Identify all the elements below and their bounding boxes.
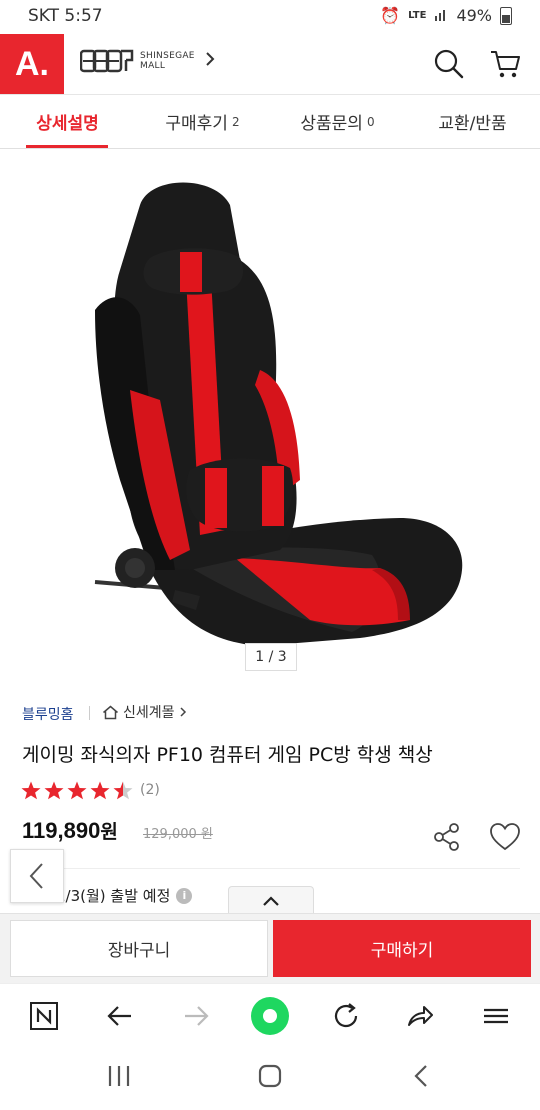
network-label: LTE xyxy=(408,10,427,21)
battery-icon xyxy=(500,6,512,25)
browser-toolbar xyxy=(0,983,540,1046)
chevron-right-icon xyxy=(205,51,215,72)
tab-reviews[interactable]: 구매후기 2 xyxy=(135,95,270,148)
collapse-toggle[interactable] xyxy=(228,886,314,915)
ssg-mall-link[interactable]: SHINSEGAE MALL xyxy=(80,48,215,74)
ssg-mall-label: SHINSEGAE MALL xyxy=(140,51,195,71)
forward-arrow-icon[interactable] xyxy=(174,994,218,1038)
back-float-button[interactable] xyxy=(10,849,64,903)
tab-count: 2 xyxy=(231,114,240,129)
purchase-bar: 장바구니 구매하기 xyxy=(0,913,540,984)
naver-home-icon[interactable] xyxy=(22,994,66,1038)
chevron-up-icon xyxy=(263,896,279,906)
ssg-logo-icon xyxy=(80,49,134,73)
status-icons: ⏰ LTE 49% xyxy=(380,6,512,25)
tab-label: 교환/반품 xyxy=(438,114,507,134)
buy-now-button[interactable]: 구매하기 xyxy=(273,920,531,977)
shipping-text: 1/3(월) 출발 예정 xyxy=(56,887,171,905)
alarm-icon: ⏰ xyxy=(380,6,401,25)
tab-qna[interactable]: 상품문의 0 xyxy=(270,95,405,148)
brand-link[interactable]: 블루밍홈 xyxy=(22,704,74,724)
tab-count: 0 xyxy=(366,114,375,129)
original-price: 129,000 원 xyxy=(143,827,213,842)
active-tab-indicator xyxy=(26,145,108,148)
sale-price: 119,890원 xyxy=(22,817,118,844)
recent-apps-icon[interactable] xyxy=(105,1063,133,1093)
add-to-cart-button[interactable]: 장바구니 xyxy=(10,920,268,977)
battery-percent: 49% xyxy=(456,6,492,25)
stars-icon xyxy=(21,781,133,800)
chevron-left-icon xyxy=(29,863,43,889)
green-dot-menu-icon[interactable] xyxy=(248,994,292,1038)
image-pager: 1 / 3 xyxy=(245,643,297,671)
price-unit: 원 xyxy=(100,821,118,843)
hamburger-menu-icon[interactable] xyxy=(474,994,518,1038)
tab-detail[interactable]: 상세설명 xyxy=(0,95,135,148)
search-icon[interactable] xyxy=(431,46,467,82)
section-divider xyxy=(22,868,520,869)
home-button-icon[interactable] xyxy=(256,1063,284,1093)
system-back-icon[interactable] xyxy=(408,1063,436,1093)
back-arrow-icon[interactable] xyxy=(98,994,142,1038)
share-icon[interactable] xyxy=(430,820,464,854)
mall-link[interactable]: 신세계몰 xyxy=(102,702,187,722)
system-nav-bar xyxy=(0,1045,540,1110)
heart-icon[interactable] xyxy=(488,820,522,854)
tab-label: 구매후기 xyxy=(165,114,228,134)
chevron-right-icon xyxy=(180,707,186,717)
home-icon xyxy=(103,705,118,719)
signal-icon xyxy=(434,6,448,25)
app-header: A. SHINSEGAE MALL xyxy=(0,34,540,95)
app-logo[interactable]: A. xyxy=(0,34,64,94)
divider xyxy=(89,706,90,720)
refresh-icon[interactable] xyxy=(324,994,368,1038)
product-tabs: 상세설명 구매후기 2 상품문의 0 교환/반품 xyxy=(0,95,540,149)
price-value: 119,890 xyxy=(22,818,101,843)
share-arrow-icon[interactable] xyxy=(398,994,442,1038)
carrier-time: SKT 5:57 xyxy=(28,6,103,26)
status-bar: SKT 5:57 ⏰ LTE 49% xyxy=(0,0,540,34)
ssg-mall-line2: MALL xyxy=(140,61,166,71)
tab-label: 상품문의 xyxy=(300,114,363,134)
product-title: 게이밍 좌식의자 PF10 컴퓨터 게임 PC방 학생 책상 xyxy=(22,744,433,766)
star-rating xyxy=(20,780,136,802)
tab-exchange[interactable]: 교환/반품 xyxy=(405,95,540,148)
info-icon[interactable]: i xyxy=(176,887,193,904)
mall-label: 신세계몰 xyxy=(123,705,175,721)
ssg-mall-line1: SHINSEGAE xyxy=(140,51,195,61)
product-image[interactable] xyxy=(0,150,540,680)
shipping-info: 1/3(월) 출발 예정 i xyxy=(56,885,193,906)
cart-icon[interactable] xyxy=(488,46,524,82)
gaming-chair-image xyxy=(94,182,463,646)
review-count[interactable]: (2) xyxy=(140,782,160,798)
tab-label: 상세설명 xyxy=(36,114,99,134)
